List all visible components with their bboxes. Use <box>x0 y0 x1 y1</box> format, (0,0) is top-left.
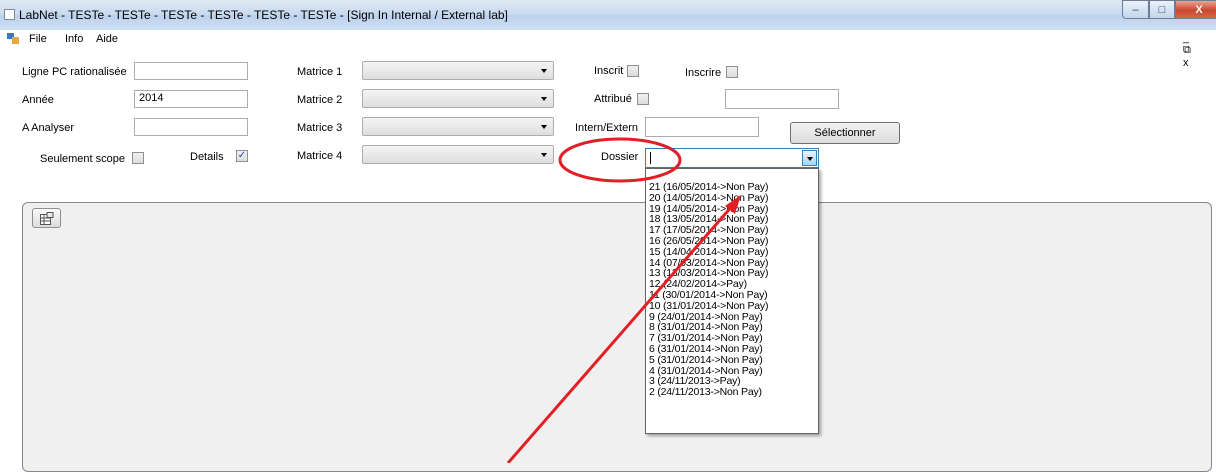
intern-extern-label: Intern/Extern <box>575 122 638 134</box>
dossier-label: Dossier <box>601 151 639 163</box>
menu-aide[interactable]: Aide <box>96 33 118 45</box>
dossier-option[interactable]: 20 (14/05/2014->Non Pay) <box>646 192 818 204</box>
chevron-down-icon <box>541 97 547 101</box>
dossier-option[interactable]: 10 (31/01/2014->Non Pay) <box>646 300 818 312</box>
dossier-combo[interactable] <box>645 148 819 168</box>
results-panel <box>22 202 1212 472</box>
minimize-button[interactable]: – <box>1122 0 1149 19</box>
matrice-3-select[interactable] <box>362 117 554 136</box>
selectionner-button[interactable]: Sélectionner <box>790 122 900 144</box>
matrice-4-label: Matrice 4 <box>297 150 343 162</box>
matrice-1-label: Matrice 1 <box>297 66 343 78</box>
dossier-dropdown-list: 21 (16/05/2014->Non Pay) 20 (14/05/2014->… <box>645 168 819 434</box>
menu-bar <box>0 30 1216 48</box>
inscrit-label: Inscrit <box>594 65 624 77</box>
inscrire-label: Inscrire <box>685 67 722 79</box>
window-controls: – □ X <box>1122 0 1216 20</box>
text-caret <box>650 152 651 164</box>
ligne-pc-input[interactable] <box>134 62 248 80</box>
menu-file[interactable]: File <box>29 33 47 45</box>
inscrit-checkbox[interactable] <box>627 65 639 77</box>
chevron-down-icon <box>807 157 813 161</box>
matrice-3-label: Matrice 3 <box>297 122 343 134</box>
matrice-4-select[interactable] <box>362 145 554 164</box>
details-checkbox[interactable]: ✓ <box>236 150 248 162</box>
mdi-window-controls[interactable]: _ ⧉ x <box>1183 32 1216 69</box>
seulement-scope-checkbox[interactable] <box>132 152 144 164</box>
chevron-down-icon <box>541 153 547 157</box>
menu-info[interactable]: Info <box>65 33 83 45</box>
dossier-option[interactable]: 5 (31/01/2014->Non Pay) <box>646 354 818 366</box>
details-label: Details <box>190 151 224 163</box>
attribue-select[interactable] <box>725 89 839 109</box>
chevron-down-icon <box>541 69 547 73</box>
app-icon <box>4 9 15 20</box>
dossier-option[interactable]: 15 (14/04/2014->Non Pay) <box>646 246 818 258</box>
inscrire-checkbox[interactable] <box>726 66 738 78</box>
mdi-child-icon[interactable] <box>7 33 19 44</box>
panel-toolbar-button[interactable] <box>32 208 61 228</box>
chevron-down-icon <box>541 125 547 129</box>
attribue-label: Attribué <box>594 93 632 105</box>
ligne-pc-label: Ligne PC rationalisée <box>22 66 127 78</box>
matrice-2-label: Matrice 2 <box>297 94 343 106</box>
dossier-dropdown-button[interactable] <box>802 150 817 166</box>
matrice-2-select[interactable] <box>362 89 554 108</box>
seulement-scope-label: Seulement scope <box>40 153 125 165</box>
annee-label: Année <box>22 94 54 106</box>
annee-input[interactable]: 2014 <box>134 90 248 108</box>
maximize-button[interactable]: □ <box>1149 0 1175 19</box>
close-button[interactable]: X <box>1175 0 1216 19</box>
intern-extern-select[interactable] <box>645 117 759 137</box>
grid-export-icon <box>39 211 53 225</box>
attribue-checkbox[interactable] <box>637 93 649 105</box>
dossier-option[interactable]: 2 (24/11/2013->Non Pay) <box>646 387 818 398</box>
a-analyser-label: A Analyser <box>22 122 74 134</box>
window-title: LabNet - TESTe - TESTe - TESTe - TESTe -… <box>19 8 508 22</box>
matrice-1-select[interactable] <box>362 61 554 80</box>
a-analyser-input[interactable] <box>134 118 248 136</box>
